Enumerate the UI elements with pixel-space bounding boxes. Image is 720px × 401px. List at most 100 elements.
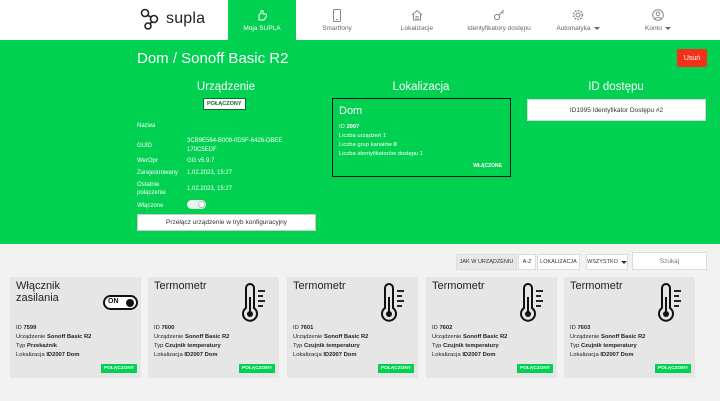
channel-card[interactable]: Włącznik zasilania ON ID 7599 Urządzenie…	[10, 277, 141, 378]
phone-icon	[333, 8, 341, 22]
channel-id-line: ID 7600	[154, 325, 174, 331]
status-badge: POŁĄCZONY	[100, 364, 137, 373]
location-card[interactable]: Dom ID 2007 Liczba urządzeń 1 Liczba gru…	[332, 98, 511, 177]
channel-device: Sonoff Basic R2	[184, 334, 230, 340]
channel-id: 7601	[300, 325, 314, 331]
status-badge: POŁĄCZONY	[238, 364, 275, 373]
filter-by-device[interactable]: JAK W URZĄDZENIU	[456, 254, 517, 270]
chevron-down-icon	[593, 26, 600, 30]
channel-device: Sonoff Basic R2	[46, 334, 92, 340]
nav-identyfikatory[interactable]: Identyfikatory dostępu	[458, 0, 540, 40]
supla-logo[interactable]: supla	[140, 8, 205, 30]
channel-location-line: Lokalizacja ID2007 Dom	[293, 352, 357, 358]
channel-type-line: Typ Czujnik temperatury	[570, 343, 637, 349]
nav-label: Moja SUPLA	[243, 25, 281, 32]
channel-type: Czujnik temperatury	[303, 343, 360, 349]
channel-card[interactable]: Termometr ID 7603 Urządzenie Sonoff Basi…	[564, 277, 695, 378]
nav-automatyka[interactable]: Automatyka	[548, 0, 608, 40]
label-type: Typ	[16, 343, 26, 349]
location-groups-line: Liczba grup kanałów 0	[339, 142, 397, 148]
thermometer-icon	[658, 283, 681, 322]
location-groups-count: 0	[393, 142, 397, 148]
channel-type-line: Typ Czujnik temperatury	[154, 343, 221, 349]
home-icon	[411, 8, 423, 22]
nav-lokalizacje[interactable]: Lokalizacje	[384, 0, 450, 40]
channel-type: Czujnik temperatury	[164, 343, 221, 349]
channel-card[interactable]: Termometr ID 7601 Urządzenie Sonoff Basi…	[287, 277, 418, 378]
thermometer-icon	[242, 283, 265, 322]
channel-location: ID2007 Dom	[600, 352, 634, 358]
info-label-last-connected: Ostatnie połączenie	[137, 182, 166, 196]
channel-id-line: ID 7603	[570, 325, 590, 331]
label-id: ID	[16, 325, 22, 331]
top-navbar: supla Moja SUPLA Smartfony Lokalizacje I…	[0, 0, 720, 40]
nav-smartfony[interactable]: Smartfony	[304, 0, 370, 40]
device-heading: Urządzenie	[196, 81, 256, 93]
channel-id-line: ID 7601	[293, 325, 313, 331]
hand-icon	[256, 8, 268, 22]
info-label-registered: Zarejestrowany	[137, 170, 179, 176]
channel-id-line: ID 7599	[16, 325, 36, 331]
channel-type: Przekaźnik	[26, 343, 57, 349]
config-mode-button[interactable]: Przełącz urządzenie w tryb konfiguracyjn…	[137, 214, 316, 231]
info-label-firmware: WerOpr	[137, 158, 158, 164]
label-device: Urządzenie	[432, 334, 462, 340]
nav-moja-supla[interactable]: Moja SUPLA	[228, 0, 296, 40]
label-location: Lokalizacja	[154, 352, 183, 358]
label-id: ID	[293, 325, 299, 331]
nav-label-wrap: Automatyka	[556, 25, 600, 32]
filter-az[interactable]: A-Z	[518, 254, 536, 270]
channel-title: Termometr	[154, 280, 207, 292]
location-groups-label: Liczba grup kanałów	[339, 142, 392, 148]
nav-konto[interactable]: Konto	[628, 0, 688, 40]
status-badge: POŁĄCZONY	[654, 364, 691, 373]
chevron-down-icon	[620, 260, 627, 264]
access-id-heading: ID dostępu	[588, 81, 644, 93]
channel-location: ID2007 Dom	[184, 352, 218, 358]
access-id-button[interactable]: ID1995 Identyfikator Dostępu #2	[527, 99, 706, 121]
info-value-firmware: GG v5.9.7	[187, 158, 215, 164]
filter-by-location[interactable]: LOKALIZACJA	[537, 254, 580, 270]
location-status: WŁĄCZONE	[473, 163, 502, 169]
channel-card[interactable]: Termometr ID 7602 Urządzenie Sonoff Basi…	[426, 277, 557, 378]
chevron-down-icon	[665, 26, 671, 30]
channel-id: 7600	[161, 325, 175, 331]
search-input[interactable]	[632, 252, 707, 270]
channel-title: Termometr	[570, 280, 623, 292]
channel-type-line: Typ Czujnik temperatury	[432, 343, 499, 349]
label-type: Typ	[293, 343, 303, 349]
nav-label-wrap: Konto	[645, 25, 671, 32]
label-id: ID	[570, 325, 576, 331]
power-switch-icon: ON	[103, 295, 138, 310]
filter-all-label: WSZYSTKO	[587, 259, 618, 265]
info-value-registered: 1.02.2023, 15:27	[187, 170, 233, 176]
channel-location: ID2007 Dom	[323, 352, 357, 358]
page-title: Dom / Sonoff Basic R2	[137, 50, 289, 67]
nav-label: Konto	[645, 25, 662, 32]
channel-device: Sonoff Basic R2	[462, 334, 508, 340]
nav-label: Lokalizacje	[400, 25, 434, 32]
gear-icon	[572, 8, 584, 22]
channel-type-line: Typ Przekaźnik	[16, 343, 57, 349]
channel-device-line: Urządzenie Sonoff Basic R2	[293, 334, 368, 340]
channel-device-line: Urządzenie Sonoff Basic R2	[432, 334, 507, 340]
label-id: ID	[154, 325, 160, 331]
thermometer-icon	[381, 283, 404, 322]
label-location: Lokalizacja	[570, 352, 599, 358]
channel-location-line: Lokalizacja ID2007 Dom	[570, 352, 634, 358]
channel-id: 7602	[439, 325, 453, 331]
enabled-toggle[interactable]	[187, 200, 206, 209]
channel-id-line: ID 7602	[432, 325, 452, 331]
location-devices-count: 1	[382, 133, 387, 139]
nav-label: Smartfony	[322, 25, 352, 32]
label-device: Urządzenie	[16, 334, 46, 340]
location-name: Dom	[339, 105, 363, 117]
channel-device: Sonoff Basic R2	[323, 334, 369, 340]
channel-card[interactable]: Termometr ID 7600 Urządzenie Sonoff Basi…	[148, 277, 279, 378]
channel-device-line: Urządzenie Sonoff Basic R2	[154, 334, 229, 340]
filter-all-dropdown[interactable]: WSZYSTKO	[586, 254, 628, 270]
location-access-label: Liczba identyfikatorów dostępu	[339, 151, 419, 157]
info-value-last-connected: 1.02.2023, 15:27	[187, 186, 233, 192]
label-location: Lokalizacja	[432, 352, 461, 358]
delete-button[interactable]: Usuń	[677, 49, 707, 67]
